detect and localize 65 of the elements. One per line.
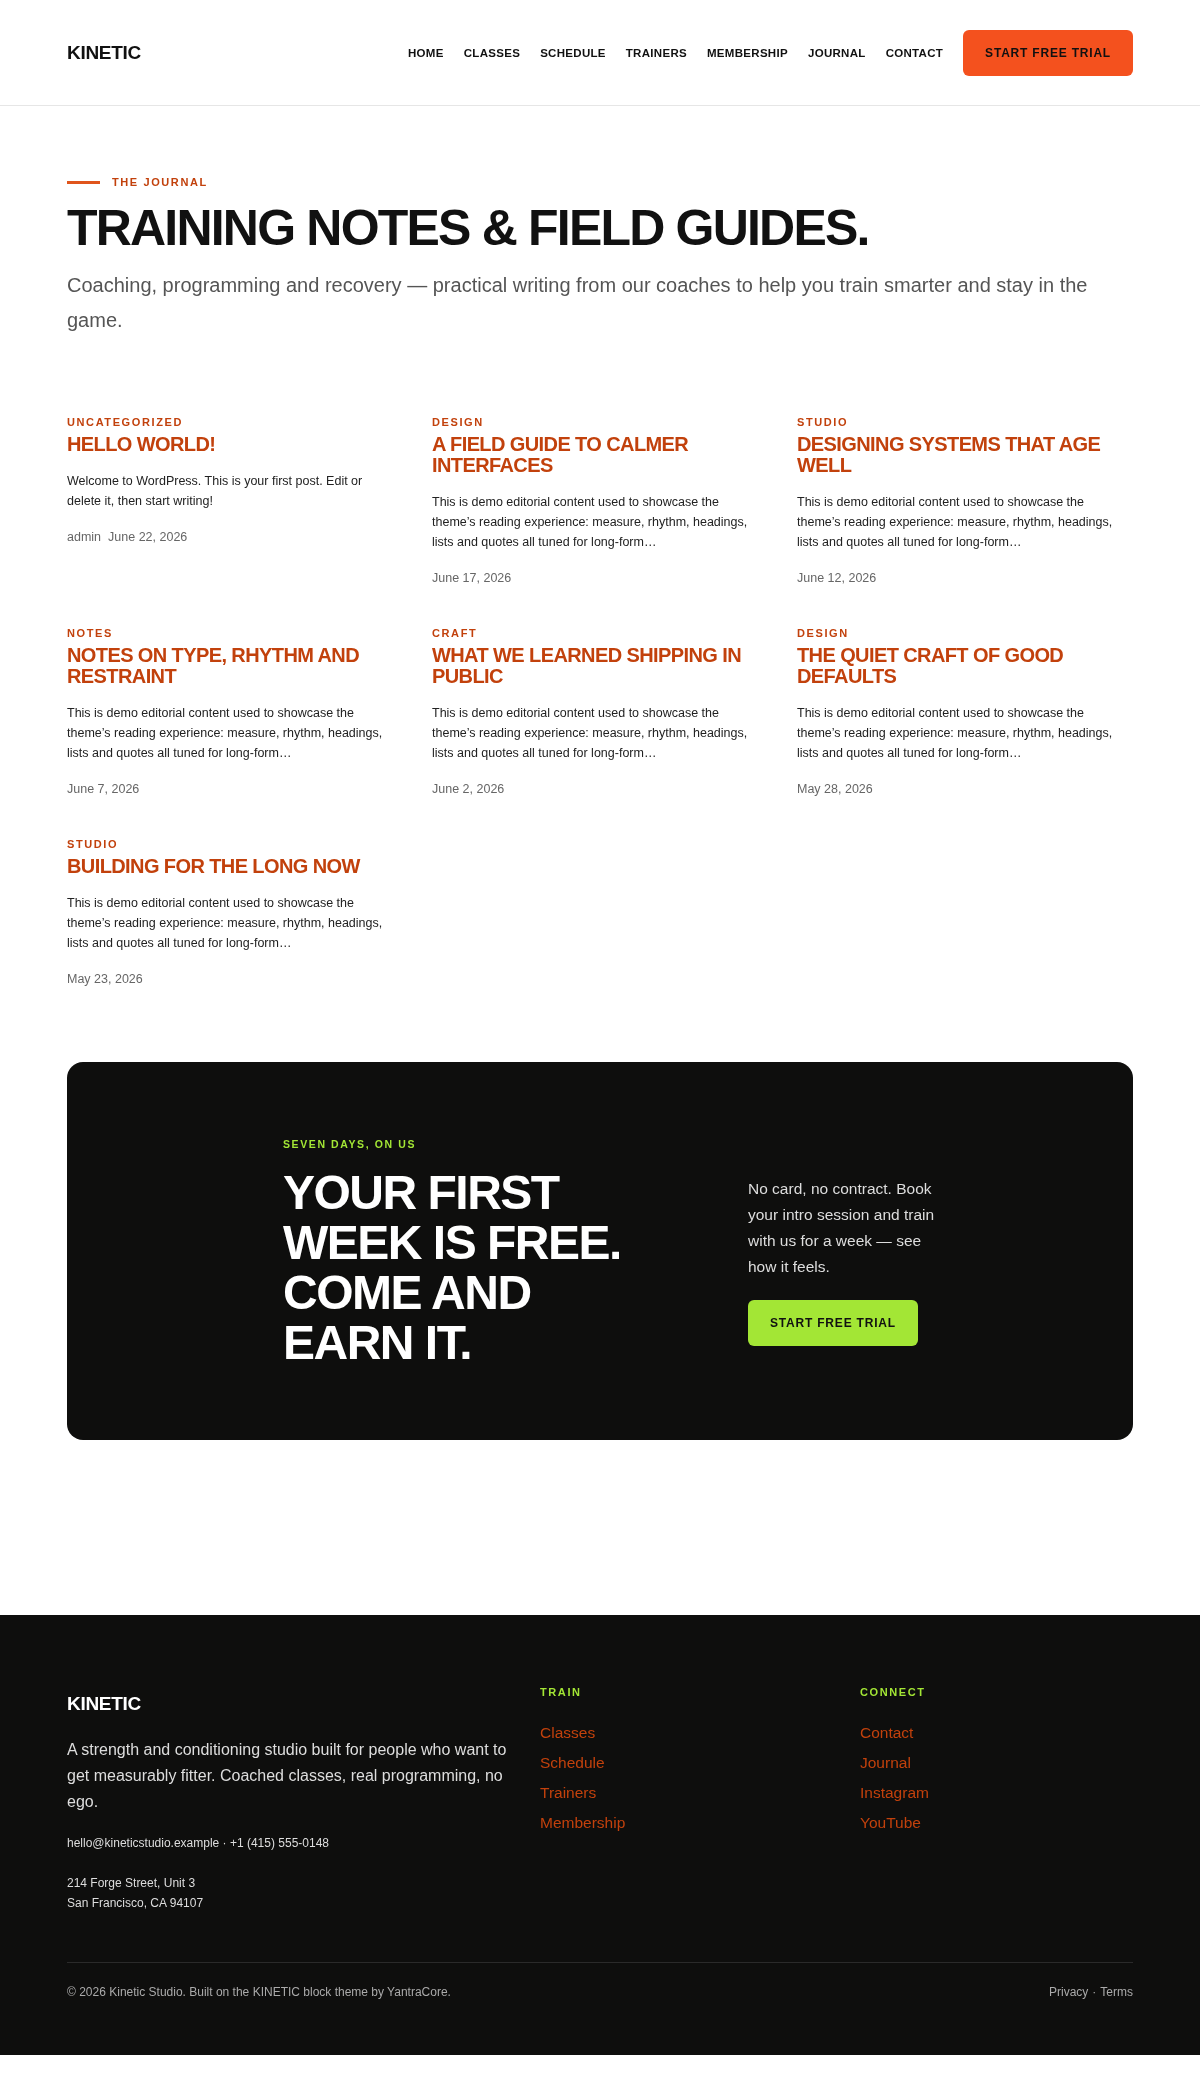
post-excerpt: This is demo editorial content used to showcase the theme’s reading experience: measure, rhythm, headings, lists and quotes all tuned for long-form… <box>432 704 749 762</box>
copyright-text: © 2026 Kinetic Studio. Built on the KINETIC block theme by YantraCore. <box>67 1984 451 1999</box>
post-title[interactable]: DESIGNING SYSTEMS THAT AGE WELL <box>797 433 1127 476</box>
post-category[interactable]: DESIGN <box>432 415 762 428</box>
footer-link[interactable]: Instagram <box>860 1781 1133 1803</box>
post-category[interactable]: STUDIO <box>67 837 397 850</box>
site-logo[interactable]: KINETIC <box>67 41 141 64</box>
footer-link[interactable]: Trainers <box>540 1781 860 1803</box>
accent-rule <box>67 180 100 184</box>
post-category[interactable]: UNCATEGORIZED <box>67 415 397 428</box>
banner-eyebrow: SEVEN DAYS, ON US <box>283 1137 417 1150</box>
post-excerpt: This is demo editorial content used to showcase the theme’s reading experience: measure, rhythm, headings, lists and quotes all tuned for long-form… <box>67 704 384 762</box>
address-line: 214 Forge Street, Unit 3 <box>67 1874 197 1892</box>
start-trial-button[interactable]: START FREE TRIAL <box>963 29 1133 76</box>
post-excerpt: This is demo editorial content used to showcase the theme’s reading experience: measure, rhythm, headings, lists and quotes all tuned for long-form… <box>797 704 1114 762</box>
page-title: TRAINING NOTES & FIELD GUIDES. <box>67 200 870 258</box>
post-category[interactable]: DESIGN <box>797 626 1127 639</box>
separator: · <box>1092 1984 1097 1999</box>
post-date: June 2, 2026 <box>432 781 505 796</box>
nav-link[interactable]: HOME <box>408 46 444 59</box>
footer-about: A strength and conditioning studio built for people who want to get measurably fitter. Coached classes, real programming, no ego. <box>67 1739 507 1812</box>
footer-link[interactable]: Journal <box>860 1751 1133 1773</box>
post-excerpt: Welcome to WordPress. This is your first post. Edit or delete it, then start writing! <box>67 472 364 510</box>
post-date: June 17, 2026 <box>432 570 512 585</box>
start-trial-button[interactable]: START FREE TRIAL <box>748 1299 918 1346</box>
banner-text: No card, no contract. Book your intro session and train with us for a week — see how it feels. <box>748 1178 936 1277</box>
post-title[interactable]: NOTES ON TYPE, RHYTHM AND RESTRAINT <box>67 644 397 687</box>
legal-link[interactable]: Terms <box>1100 1984 1133 1999</box>
nav-link[interactable]: CLASSES <box>463 46 521 59</box>
footer-logo: KINETIC <box>67 1692 142 1715</box>
post-date: June 7, 2026 <box>67 781 140 796</box>
footer-link[interactable]: Classes <box>540 1721 860 1743</box>
section-eyebrow: THE JOURNAL <box>112 176 208 188</box>
nav-link[interactable]: CONTACT <box>885 46 944 59</box>
banner-headline: YOUR FIRST WEEK IS FREE. COME AND EARN IT. <box>283 1167 622 1368</box>
nav-link[interactable]: JOURNAL <box>807 46 866 59</box>
footer-link[interactable]: Schedule <box>540 1751 860 1773</box>
post-title[interactable]: THE QUIET CRAFT OF GOOD DEFAULTS <box>797 644 1127 687</box>
legal-link[interactable]: Privacy <box>1049 1984 1089 1999</box>
post-title[interactable]: BUILDING FOR THE LONG NOW <box>67 855 397 877</box>
post-excerpt: This is demo editorial content used to showcase the theme’s reading experience: measure, rhythm, headings, lists and quotes all tuned for long-form… <box>432 493 749 551</box>
post-author: admin <box>67 529 102 544</box>
nav-link[interactable]: TRAINERS <box>625 46 687 59</box>
footer-link[interactable]: Membership <box>540 1811 860 1833</box>
footer-contact: hello@kineticstudio.example · +1 (415) 555-0148 <box>67 1834 330 1852</box>
post-category[interactable]: STUDIO <box>797 415 1127 428</box>
post-title[interactable]: A FIELD GUIDE TO CALMER INTERFACES <box>432 433 762 476</box>
post-date: June 12, 2026 <box>797 570 877 585</box>
post-date: May 23, 2026 <box>67 971 143 986</box>
nav-link[interactable]: MEMBERSHIP <box>707 46 788 59</box>
footer-link[interactable]: YouTube <box>860 1811 1133 1833</box>
footer-heading: CONNECT <box>860 1685 927 1698</box>
nav-link[interactable]: SCHEDULE <box>540 46 606 59</box>
page-subtitle: Coaching, programming and recovery — practical writing from our coaches to help you train smarter and stay in the game. <box>67 272 1089 333</box>
post-title[interactable]: WHAT WE LEARNED SHIPPING IN PUBLIC <box>432 644 762 687</box>
post-date: May 28, 2026 <box>797 781 873 796</box>
post-title[interactable]: HELLO WORLD! <box>67 433 397 455</box>
post-category[interactable]: NOTES <box>67 626 397 639</box>
post-excerpt: This is demo editorial content used to showcase the theme’s reading experience: measure, rhythm, headings, lists and quotes all tuned for long-form… <box>67 894 384 952</box>
post-excerpt: This is demo editorial content used to showcase the theme’s reading experience: measure, rhythm, headings, lists and quotes all tuned for long-form… <box>797 493 1114 551</box>
post-category[interactable]: CRAFT <box>432 626 762 639</box>
footer-link[interactable]: Contact <box>860 1721 1133 1743</box>
address-line: San Francisco, CA 94107 <box>67 1894 205 1912</box>
post-date: June 22, 2026 <box>108 529 188 544</box>
footer-heading: TRAIN <box>540 1685 583 1698</box>
